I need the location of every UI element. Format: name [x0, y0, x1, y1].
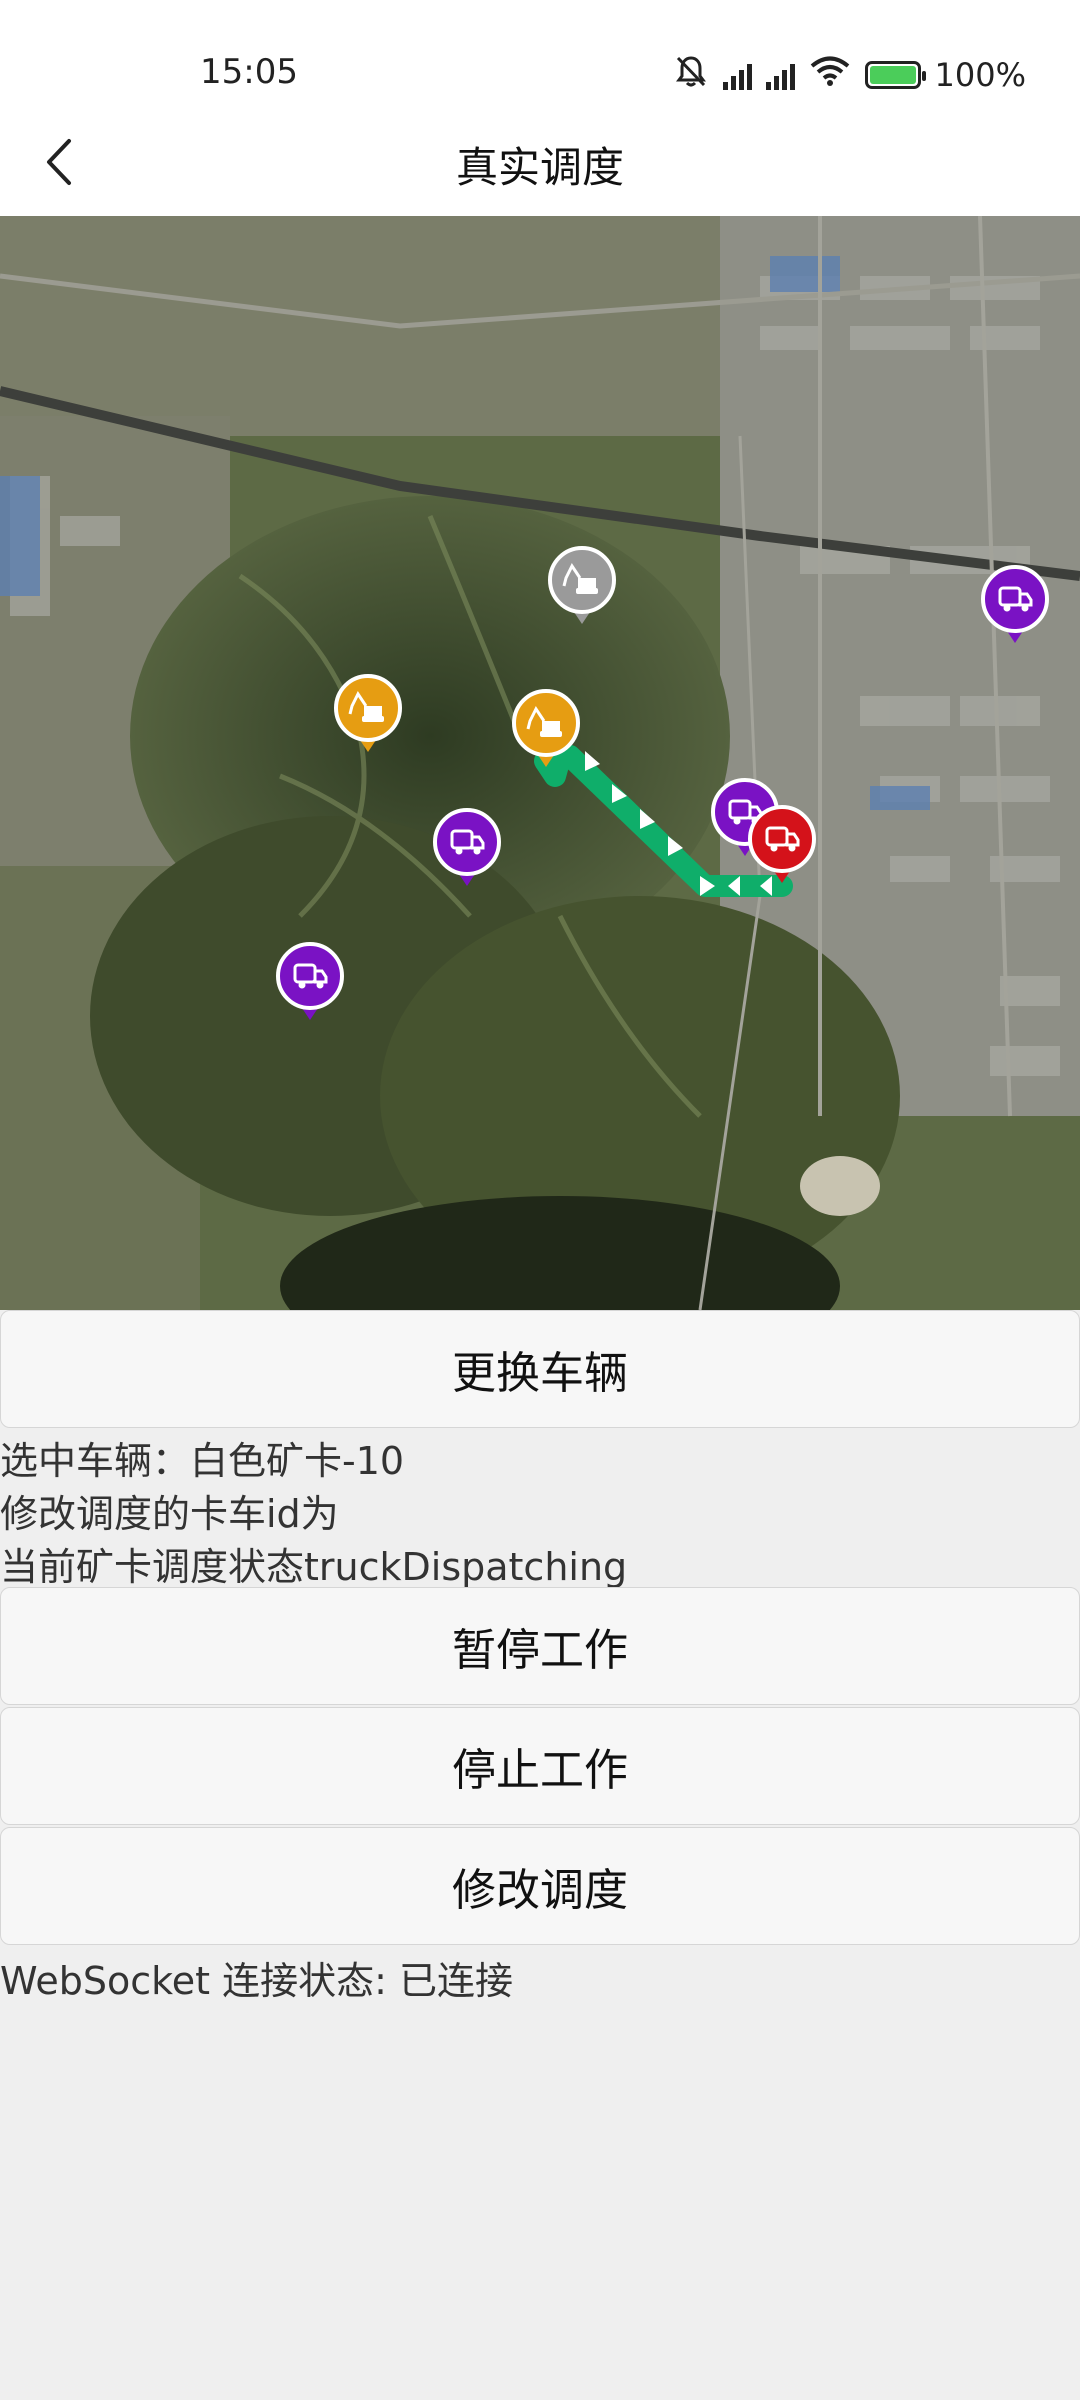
status-time: 15:05	[200, 52, 298, 92]
change-vehicle-button[interactable]: 更换车辆	[0, 1310, 1080, 1428]
status-bar: 15:05 100%	[0, 0, 1080, 110]
header: 真实调度	[0, 110, 1080, 216]
map-view[interactable]	[0, 216, 1080, 1310]
modify-truck-id-text: 修改调度的卡车id为	[0, 1492, 339, 1536]
battery-charging-icon	[864, 61, 926, 89]
status-icons: 100%	[673, 50, 1026, 100]
hd-signal-icon	[722, 60, 752, 90]
page-title: 真实调度	[455, 143, 624, 192]
hd-signal-icon	[765, 60, 795, 90]
wifi-icon	[809, 55, 851, 95]
dispatch-state-text: 当前矿卡调度状态truckDispatching	[0, 1545, 628, 1589]
bell-off-icon	[673, 53, 709, 97]
battery-percent: 100%	[934, 56, 1026, 94]
websocket-status-text: WebSocket 连接状态: 已连接	[0, 1959, 514, 2003]
selected-vehicle-text: 选中车辆：白色矿卡-10	[0, 1439, 405, 1483]
stop-work-button[interactable]: 停止工作	[0, 1707, 1080, 1825]
modify-dispatch-button[interactable]: 修改调度	[0, 1827, 1080, 1945]
pause-work-button[interactable]: 暂停工作	[0, 1587, 1080, 1705]
